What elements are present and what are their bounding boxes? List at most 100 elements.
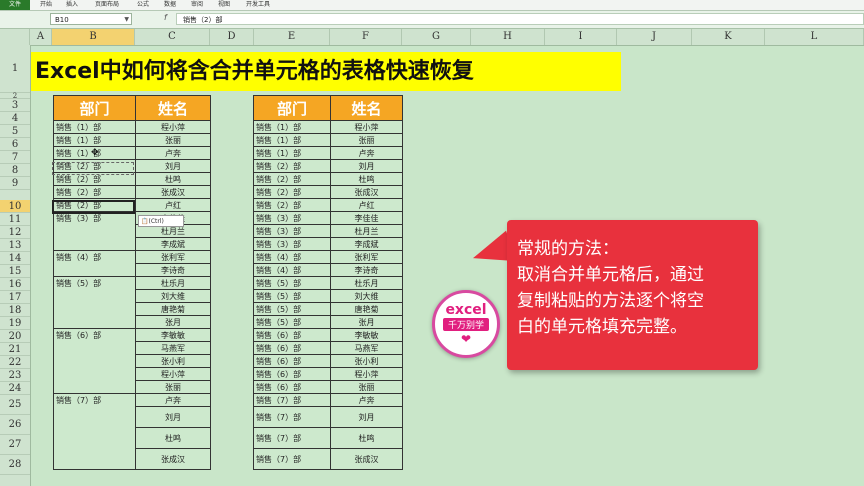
- name-cell[interactable]: 马燕军: [135, 341, 211, 355]
- name-cell[interactable]: 卢奔: [135, 146, 211, 160]
- row-header[interactable]: 28: [0, 455, 30, 475]
- tab-page-layout[interactable]: 页面布局: [95, 0, 119, 10]
- row-header[interactable]: 16: [0, 278, 30, 291]
- name-cell[interactable]: 张小利: [330, 354, 403, 368]
- row-header[interactable]: 4: [0, 112, 30, 125]
- name-cell[interactable]: 刘大维: [330, 289, 403, 303]
- merged-dept-cell[interactable]: 销售（5）部: [53, 276, 136, 329]
- column-header[interactable]: D: [210, 29, 254, 45]
- row-header[interactable]: 15: [0, 265, 30, 278]
- row-header[interactable]: 19: [0, 317, 30, 330]
- dept-cell[interactable]: 销售（1）部: [253, 146, 331, 160]
- name-cell[interactable]: 杜鸣: [135, 427, 211, 449]
- row-header[interactable]: 8: [0, 164, 30, 177]
- dept-cell[interactable]: 销售（7）部: [253, 393, 331, 407]
- name-cell[interactable]: 杜鸣: [330, 172, 403, 186]
- dept-cell[interactable]: 销售（2）部: [253, 185, 331, 199]
- dept-cell[interactable]: 销售（4）部: [253, 263, 331, 277]
- header-dept[interactable]: 部门: [253, 95, 331, 121]
- formula-input[interactable]: 销售（2）部: [176, 13, 864, 25]
- merged-dept-cell[interactable]: 销售（4）部: [53, 250, 136, 277]
- name-cell[interactable]: 唐艳菊: [330, 302, 403, 316]
- dept-cell[interactable]: 销售（7）部: [253, 427, 331, 449]
- name-cell[interactable]: 刘月: [330, 406, 403, 428]
- dept-cell[interactable]: 销售（2）部: [253, 159, 331, 173]
- row-header[interactable]: 12: [0, 226, 30, 239]
- function-icon[interactable]: f: [164, 13, 167, 22]
- row-header[interactable]: 7: [0, 151, 30, 164]
- tab-home[interactable]: 开始: [40, 0, 52, 10]
- header-dept[interactable]: 部门: [53, 95, 136, 121]
- dept-cell[interactable]: 销售（5）部: [253, 276, 331, 290]
- name-cell[interactable]: 张成汉: [135, 185, 211, 199]
- dept-cell[interactable]: 销售（3）部: [253, 224, 331, 238]
- name-cell[interactable]: 刘大维: [135, 289, 211, 303]
- dept-cell[interactable]: 销售（1）部: [253, 133, 331, 147]
- name-cell[interactable]: 张丽: [330, 133, 403, 147]
- dept-cell[interactable]: 销售（6）部: [253, 328, 331, 342]
- name-cell[interactable]: 杜月兰: [330, 224, 403, 238]
- name-cell[interactable]: 张成汉: [330, 448, 403, 470]
- dept-cell[interactable]: 销售（5）部: [253, 302, 331, 316]
- dept-cell[interactable]: 销售（6）部: [253, 354, 331, 368]
- dept-cell[interactable]: 销售（7）部: [253, 448, 331, 470]
- paste-options-button[interactable]: 📋(Ctrl): [138, 215, 184, 227]
- dept-cell[interactable]: 销售（3）部: [253, 237, 331, 251]
- row-header[interactable]: 24: [0, 382, 30, 395]
- column-header[interactable]: J: [617, 29, 692, 45]
- name-cell[interactable]: 杜乐月: [135, 276, 211, 290]
- name-cell[interactable]: 刘月: [135, 406, 211, 428]
- name-cell[interactable]: 卢奔: [135, 393, 211, 407]
- row-header[interactable]: 18: [0, 304, 30, 317]
- row-header[interactable]: 27: [0, 435, 30, 455]
- header-name[interactable]: 姓名: [135, 95, 211, 121]
- name-cell[interactable]: 李佳佳: [330, 211, 403, 225]
- row-header-selected[interactable]: 10: [0, 200, 30, 213]
- name-box[interactable]: B10 ▼: [50, 13, 132, 25]
- name-cell[interactable]: 唐艳菊: [135, 302, 211, 316]
- name-cell[interactable]: 李敏敏: [330, 328, 403, 342]
- file-tab[interactable]: 文件: [0, 0, 30, 10]
- row-header[interactable]: 13: [0, 239, 30, 252]
- column-header-selected[interactable]: B: [52, 29, 135, 45]
- column-header[interactable]: G: [402, 29, 471, 45]
- name-cell[interactable]: 李成斌: [330, 237, 403, 251]
- row-header[interactable]: 3: [0, 99, 30, 112]
- column-header[interactable]: E: [254, 29, 330, 45]
- dept-cell[interactable]: 销售（7）部: [253, 406, 331, 428]
- name-cell[interactable]: 卢红: [135, 198, 211, 212]
- name-cell[interactable]: 李诗奇: [330, 263, 403, 277]
- name-cell[interactable]: 张小利: [135, 354, 211, 368]
- row-header[interactable]: 6: [0, 138, 30, 151]
- row-header[interactable]: 14: [0, 252, 30, 265]
- merged-dept-cell[interactable]: 销售（6）部: [53, 328, 136, 394]
- name-cell[interactable]: 李诗奇: [135, 263, 211, 277]
- name-cell[interactable]: 张成汉: [330, 185, 403, 199]
- row-header[interactable]: 23: [0, 369, 30, 382]
- name-cell[interactable]: 杜乐月: [330, 276, 403, 290]
- tab-data[interactable]: 数据: [164, 0, 176, 10]
- column-header[interactable]: C: [135, 29, 210, 45]
- dept-cell[interactable]: 销售（6）部: [253, 341, 331, 355]
- column-header[interactable]: I: [545, 29, 617, 45]
- name-cell[interactable]: 杜鸣: [330, 427, 403, 449]
- name-cell[interactable]: 张利军: [135, 250, 211, 264]
- tab-view[interactable]: 视图: [218, 0, 230, 10]
- row-header[interactable]: 26: [0, 415, 30, 435]
- dept-cell[interactable]: 销售（1）部: [53, 133, 136, 147]
- name-cell[interactable]: 张丽: [330, 380, 403, 394]
- name-cell[interactable]: 张丽: [135, 133, 211, 147]
- name-cell[interactable]: 程小萍: [135, 367, 211, 381]
- tab-formulas[interactable]: 公式: [137, 0, 149, 10]
- dept-cell[interactable]: 销售（6）部: [253, 380, 331, 394]
- row-header[interactable]: 22: [0, 356, 30, 369]
- name-cell[interactable]: 张月: [135, 315, 211, 329]
- tab-review[interactable]: 审阅: [191, 0, 203, 10]
- tab-insert[interactable]: 插入: [66, 0, 78, 10]
- name-cell[interactable]: 程小萍: [330, 120, 403, 134]
- row-header[interactable]: 9: [0, 177, 30, 190]
- name-cell[interactable]: 杜鸣: [135, 172, 211, 186]
- column-header[interactable]: L: [765, 29, 864, 45]
- name-cell[interactable]: 张成汉: [135, 448, 211, 470]
- name-cell[interactable]: 张丽: [135, 380, 211, 394]
